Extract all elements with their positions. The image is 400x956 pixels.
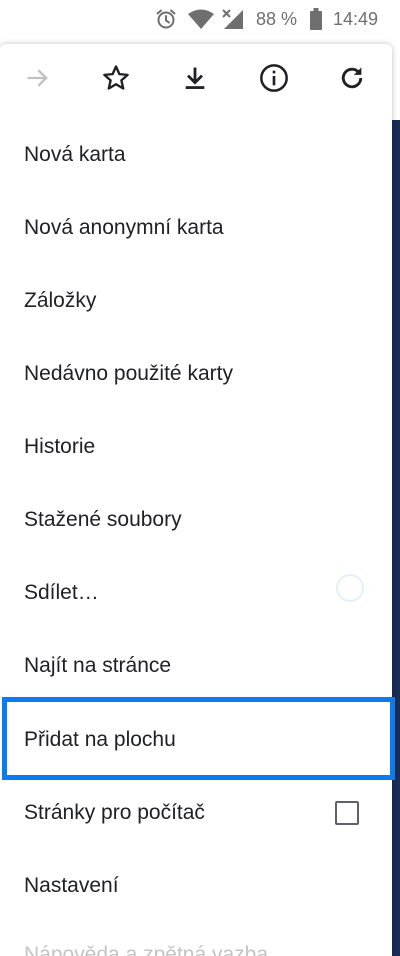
- download-icon: [181, 64, 209, 97]
- menu-item-downloads[interactable]: Stažené soubory: [0, 484, 392, 556]
- menu-item-recent-tabs[interactable]: Nedávno použité karty: [0, 338, 392, 410]
- menu-item-settings[interactable]: Nastavení: [0, 850, 392, 922]
- menu-item-label: Nová karta: [24, 143, 126, 166]
- menu-item-share[interactable]: Sdílet…: [0, 557, 392, 629]
- overflow-menu: Nová karta Nová anonymní karta Záložky N…: [0, 44, 392, 956]
- menu-item-label: Najít na stránce: [24, 654, 172, 677]
- menu-item-find-in-page[interactable]: Najít na stránce: [0, 630, 392, 702]
- menu-item-label: Stažené soubory: [24, 508, 182, 531]
- star-icon: [101, 63, 131, 98]
- menu-item-label: Nová anonymní karta: [24, 216, 224, 239]
- menu-item-desktop-site[interactable]: Stránky pro počítač: [0, 777, 392, 849]
- menu-item-bookmarks[interactable]: Záložky: [0, 265, 392, 337]
- wifi-icon: [186, 0, 216, 38]
- menu-item-label: Sdílet…: [24, 581, 99, 604]
- menu-item-history[interactable]: Historie: [0, 411, 392, 483]
- menu-item-label: Nedávno použité karty: [24, 362, 233, 385]
- menu-item-label: Přidat na plochu: [24, 728, 176, 751]
- menu-item-label: Stránky pro počítač: [24, 801, 205, 824]
- clock: 14:49: [333, 9, 379, 29]
- forward-button[interactable]: [14, 56, 62, 104]
- loading-spinner: [336, 574, 364, 602]
- menu-item-label: Historie: [24, 435, 96, 458]
- menu-item-label: Záložky: [24, 289, 97, 312]
- battery-icon: [309, 0, 323, 38]
- menu-item-new-incognito-tab[interactable]: Nová anonymní karta: [0, 192, 392, 264]
- refresh-button[interactable]: [328, 56, 376, 104]
- menu-item-label: Nápověda a zpětná vazba: [24, 943, 269, 956]
- desktop-site-checkbox[interactable]: [335, 801, 359, 825]
- menu-toolbar: [0, 44, 392, 122]
- alarm-icon: [152, 0, 180, 38]
- forward-arrow-icon: [24, 64, 52, 97]
- refresh-icon: [337, 63, 367, 98]
- status-bar: 88 % 14:49: [0, 0, 400, 38]
- page-info-button[interactable]: [250, 56, 298, 104]
- download-button[interactable]: [171, 56, 219, 104]
- bookmark-button[interactable]: [92, 56, 140, 104]
- menu-item-new-tab[interactable]: Nová karta: [0, 119, 392, 191]
- menu-item-label: Nastavení: [24, 874, 119, 897]
- battery-percent: 88 %: [256, 9, 298, 29]
- menu-item-add-to-home-screen[interactable]: Přidat na plochu: [0, 704, 392, 776]
- info-icon: [258, 62, 290, 99]
- signal-icon: [220, 0, 246, 38]
- menu-item-help-feedback[interactable]: Nápověda a zpětná vazba: [0, 919, 392, 956]
